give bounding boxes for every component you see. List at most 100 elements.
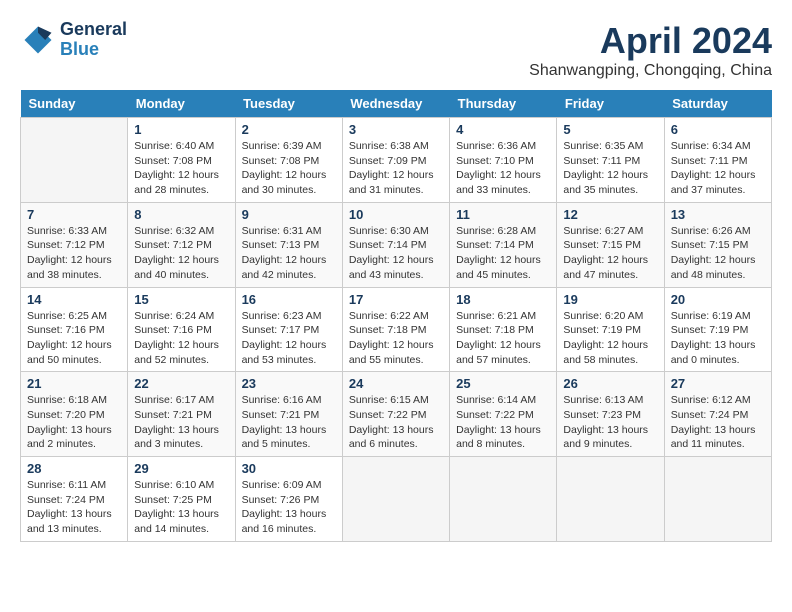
- day-info: Sunrise: 6:11 AM Sunset: 7:24 PM Dayligh…: [27, 478, 121, 537]
- calendar-cell: 14 Sunrise: 6:25 AM Sunset: 7:16 PM Dayli…: [21, 287, 128, 372]
- calendar-week-4: 21 Sunrise: 6:18 AM Sunset: 7:20 PM Dayli…: [21, 372, 772, 457]
- logo-icon: [20, 22, 56, 58]
- header: General Blue April 2024 Shanwangping, Ch…: [20, 20, 772, 80]
- day-number: 26: [563, 376, 657, 391]
- day-info: Sunrise: 6:21 AM Sunset: 7:18 PM Dayligh…: [456, 309, 550, 368]
- day-number: 14: [27, 292, 121, 307]
- day-number: 27: [671, 376, 765, 391]
- day-info: Sunrise: 6:39 AM Sunset: 7:08 PM Dayligh…: [242, 139, 336, 198]
- calendar-cell: 5 Sunrise: 6:35 AM Sunset: 7:11 PM Daylig…: [557, 118, 664, 203]
- calendar-cell: 23 Sunrise: 6:16 AM Sunset: 7:21 PM Dayli…: [235, 372, 342, 457]
- calendar-cell: 25Sunrise: 6:14 AM Sunset: 7:22 PM Dayli…: [450, 372, 557, 457]
- calendar-header-monday: Monday: [128, 90, 235, 118]
- calendar-cell: 18 Sunrise: 6:21 AM Sunset: 7:18 PM Dayli…: [450, 287, 557, 372]
- calendar-cell: 7Sunrise: 6:33 AM Sunset: 7:12 PM Daylig…: [21, 202, 128, 287]
- calendar-header-row: SundayMondayTuesdayWednesdayThursdayFrid…: [21, 90, 772, 118]
- logo-line2: Blue: [60, 40, 127, 60]
- day-info: Sunrise: 6:30 AM Sunset: 7:14 PM Dayligh…: [349, 224, 443, 283]
- calendar-cell: 28 Sunrise: 6:11 AM Sunset: 7:24 PM Dayli…: [21, 457, 128, 542]
- day-number: 8: [134, 207, 228, 222]
- day-number: 10: [349, 207, 443, 222]
- day-number: 15: [134, 292, 228, 307]
- day-info: Sunrise: 6:15 AM Sunset: 7:22 PM Dayligh…: [349, 393, 443, 452]
- calendar-cell: 2Sunrise: 6:39 AM Sunset: 7:08 PM Daylig…: [235, 118, 342, 203]
- day-number: 13: [671, 207, 765, 222]
- calendar-cell: 24 Sunrise: 6:15 AM Sunset: 7:22 PM Dayli…: [342, 372, 449, 457]
- day-number: 11: [456, 207, 550, 222]
- day-info: Sunrise: 6:09 AM Sunset: 7:26 PM Dayligh…: [242, 478, 336, 537]
- day-info: Sunrise: 6:22 AM Sunset: 7:18 PM Dayligh…: [349, 309, 443, 368]
- calendar-cell: 6Sunrise: 6:34 AM Sunset: 7:11 PM Daylig…: [664, 118, 771, 203]
- day-info: Sunrise: 6:34 AM Sunset: 7:11 PM Dayligh…: [671, 139, 765, 198]
- day-number: 3: [349, 122, 443, 137]
- day-info: Sunrise: 6:28 AM Sunset: 7:14 PM Dayligh…: [456, 224, 550, 283]
- day-info: Sunrise: 6:13 AM Sunset: 7:23 PM Dayligh…: [563, 393, 657, 452]
- calendar-cell: 8 Sunrise: 6:32 AM Sunset: 7:12 PM Daylig…: [128, 202, 235, 287]
- calendar-header-friday: Friday: [557, 90, 664, 118]
- day-info: Sunrise: 6:18 AM Sunset: 7:20 PM Dayligh…: [27, 393, 121, 452]
- day-number: 12: [563, 207, 657, 222]
- main-title: April 2024: [529, 20, 772, 62]
- day-number: 18: [456, 292, 550, 307]
- logo-text: General Blue: [60, 20, 127, 60]
- calendar-cell: [21, 118, 128, 203]
- logo: General Blue: [20, 20, 127, 60]
- calendar-week-3: 14 Sunrise: 6:25 AM Sunset: 7:16 PM Dayli…: [21, 287, 772, 372]
- day-info: Sunrise: 6:17 AM Sunset: 7:21 PM Dayligh…: [134, 393, 228, 452]
- day-number: 28: [27, 461, 121, 476]
- day-info: Sunrise: 6:12 AM Sunset: 7:24 PM Dayligh…: [671, 393, 765, 452]
- day-number: 5: [563, 122, 657, 137]
- day-number: 20: [671, 292, 765, 307]
- calendar-week-5: 28 Sunrise: 6:11 AM Sunset: 7:24 PM Dayli…: [21, 457, 772, 542]
- calendar-cell: 29 Sunrise: 6:10 AM Sunset: 7:25 PM Dayli…: [128, 457, 235, 542]
- calendar-week-2: 7Sunrise: 6:33 AM Sunset: 7:12 PM Daylig…: [21, 202, 772, 287]
- day-info: Sunrise: 6:10 AM Sunset: 7:25 PM Dayligh…: [134, 478, 228, 537]
- day-info: Sunrise: 6:31 AM Sunset: 7:13 PM Dayligh…: [242, 224, 336, 283]
- calendar-cell: 15 Sunrise: 6:24 AM Sunset: 7:16 PM Dayli…: [128, 287, 235, 372]
- calendar-header-wednesday: Wednesday: [342, 90, 449, 118]
- day-info: Sunrise: 6:25 AM Sunset: 7:16 PM Dayligh…: [27, 309, 121, 368]
- day-info: Sunrise: 6:33 AM Sunset: 7:12 PM Dayligh…: [27, 224, 121, 283]
- day-info: Sunrise: 6:24 AM Sunset: 7:16 PM Dayligh…: [134, 309, 228, 368]
- day-number: 24: [349, 376, 443, 391]
- calendar-cell: 11 Sunrise: 6:28 AM Sunset: 7:14 PM Dayli…: [450, 202, 557, 287]
- calendar-cell: 9Sunrise: 6:31 AM Sunset: 7:13 PM Daylig…: [235, 202, 342, 287]
- day-info: Sunrise: 6:16 AM Sunset: 7:21 PM Dayligh…: [242, 393, 336, 452]
- day-number: 4: [456, 122, 550, 137]
- day-info: Sunrise: 6:19 AM Sunset: 7:19 PM Dayligh…: [671, 309, 765, 368]
- day-number: 21: [27, 376, 121, 391]
- day-info: Sunrise: 6:40 AM Sunset: 7:08 PM Dayligh…: [134, 139, 228, 198]
- day-info: Sunrise: 6:20 AM Sunset: 7:19 PM Dayligh…: [563, 309, 657, 368]
- calendar-cell: 20 Sunrise: 6:19 AM Sunset: 7:19 PM Dayli…: [664, 287, 771, 372]
- calendar-cell: 3 Sunrise: 6:38 AM Sunset: 7:09 PM Daylig…: [342, 118, 449, 203]
- calendar-week-1: 1Sunrise: 6:40 AM Sunset: 7:08 PM Daylig…: [21, 118, 772, 203]
- day-number: 23: [242, 376, 336, 391]
- logo-line1: General: [60, 20, 127, 40]
- day-info: Sunrise: 6:38 AM Sunset: 7:09 PM Dayligh…: [349, 139, 443, 198]
- calendar-cell: 27 Sunrise: 6:12 AM Sunset: 7:24 PM Dayli…: [664, 372, 771, 457]
- day-info: Sunrise: 6:35 AM Sunset: 7:11 PM Dayligh…: [563, 139, 657, 198]
- calendar-cell: 13Sunrise: 6:26 AM Sunset: 7:15 PM Dayli…: [664, 202, 771, 287]
- day-number: 29: [134, 461, 228, 476]
- calendar-cell: 10 Sunrise: 6:30 AM Sunset: 7:14 PM Dayli…: [342, 202, 449, 287]
- calendar-cell: 21 Sunrise: 6:18 AM Sunset: 7:20 PM Dayli…: [21, 372, 128, 457]
- day-number: 22: [134, 376, 228, 391]
- calendar-header-saturday: Saturday: [664, 90, 771, 118]
- calendar-header-tuesday: Tuesday: [235, 90, 342, 118]
- day-info: Sunrise: 6:32 AM Sunset: 7:12 PM Dayligh…: [134, 224, 228, 283]
- calendar-cell: 17Sunrise: 6:22 AM Sunset: 7:18 PM Dayli…: [342, 287, 449, 372]
- calendar-cell: [557, 457, 664, 542]
- day-info: Sunrise: 6:14 AM Sunset: 7:22 PM Dayligh…: [456, 393, 550, 452]
- calendar-cell: 19 Sunrise: 6:20 AM Sunset: 7:19 PM Dayli…: [557, 287, 664, 372]
- title-area: April 2024 Shanwangping, Chongqing, Chin…: [529, 20, 772, 80]
- day-number: 19: [563, 292, 657, 307]
- calendar-cell: 26 Sunrise: 6:13 AM Sunset: 7:23 PM Dayli…: [557, 372, 664, 457]
- calendar-cell: 16 Sunrise: 6:23 AM Sunset: 7:17 PM Dayli…: [235, 287, 342, 372]
- day-info: Sunrise: 6:36 AM Sunset: 7:10 PM Dayligh…: [456, 139, 550, 198]
- day-info: Sunrise: 6:23 AM Sunset: 7:17 PM Dayligh…: [242, 309, 336, 368]
- subtitle: Shanwangping, Chongqing, China: [529, 62, 772, 80]
- calendar-cell: [664, 457, 771, 542]
- calendar-cell: 1Sunrise: 6:40 AM Sunset: 7:08 PM Daylig…: [128, 118, 235, 203]
- day-number: 16: [242, 292, 336, 307]
- day-info: Sunrise: 6:27 AM Sunset: 7:15 PM Dayligh…: [563, 224, 657, 283]
